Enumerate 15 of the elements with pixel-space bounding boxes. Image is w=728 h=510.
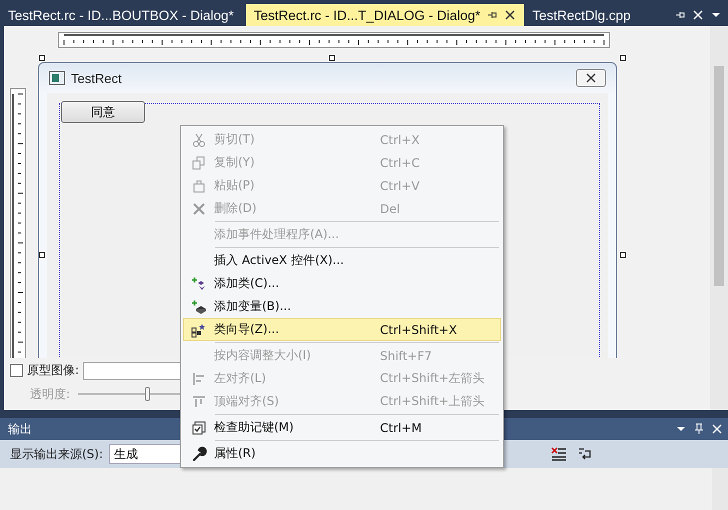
menu-item[interactable]: 属性(R) — [183, 442, 501, 465]
document-tab[interactable]: TestRectDlg.cpp — [524, 4, 639, 26]
dialog-title: TestRect — [71, 70, 122, 86]
agree-button[interactable]: 同意 — [61, 101, 145, 123]
checkbox-label: 原型图像: — [27, 362, 80, 380]
document-tab[interactable]: TestRect.rc - ID...T_DIALOG - Dialog* — [246, 4, 524, 26]
panel-title: 输出 — [8, 420, 32, 438]
menu-item[interactable]: 检查助记键(M) Ctrl+M — [183, 416, 501, 439]
document-tab[interactable]: TestRect.rc - ID...BOUTBOX - Dialog* — [0, 4, 242, 26]
menu-item[interactable]: 添加变量(B)... — [183, 295, 501, 318]
menu-item[interactable]: 添加类(C)... — [183, 272, 501, 295]
source-label: 显示输出来源(S): — [10, 446, 104, 462]
opacity-label: 透明度: — [30, 386, 70, 403]
menu-item[interactable]: 插入 ActiveX 控件(X)... — [183, 249, 501, 272]
menu-item[interactable]: 类向导(Z)... Ctrl+Shift+X — [183, 318, 501, 341]
